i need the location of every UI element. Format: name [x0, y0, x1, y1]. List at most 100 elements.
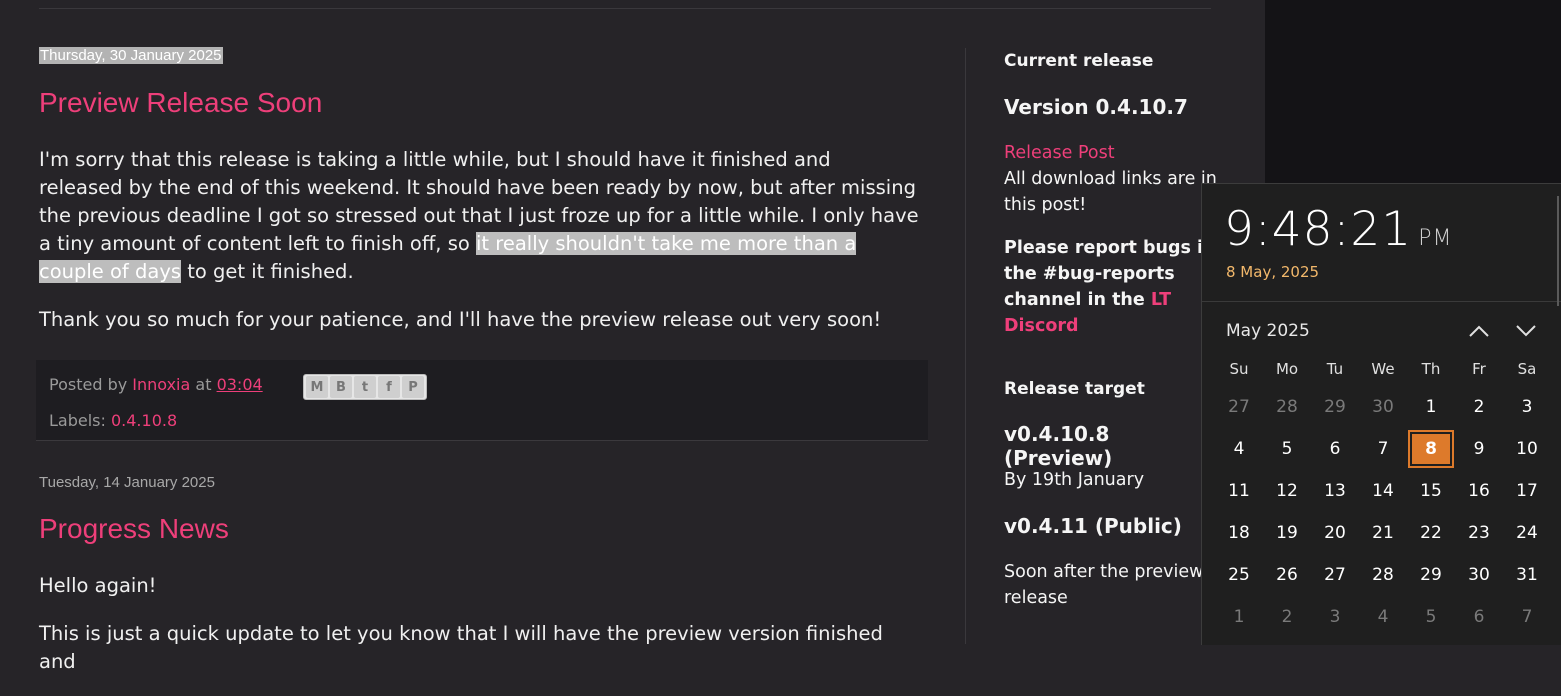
scrollbar[interactable] — [1557, 196, 1559, 306]
post-paragraph: Hello again! — [39, 574, 157, 597]
blogger-icon[interactable]: B — [330, 376, 352, 398]
calendar-day[interactable]: 1 — [1215, 596, 1263, 638]
calendar-week: 1234567 — [1215, 596, 1551, 638]
label-link[interactable]: 0.4.10.8 — [111, 411, 177, 430]
clock-long-date[interactable]: 8 May, 2025 — [1226, 263, 1319, 281]
calendar-day[interactable]: 20 — [1311, 512, 1359, 554]
post-byline: Posted by Innoxia at 03:04 — [49, 375, 263, 394]
pinterest-icon[interactable]: P — [402, 376, 424, 398]
calendar-day[interactable]: 28 — [1359, 554, 1407, 596]
post-body: Hello again! This is just a quick update… — [39, 572, 919, 696]
calendar-week: 18 19 20 21 22 23 24 — [1215, 512, 1551, 554]
clock-calendar-flyout: 9:48:21 PM 8 May, 2025 May 2025 Su Mo Tu We T… — [1201, 183, 1561, 645]
calendar-day[interactable]: 28 — [1263, 386, 1311, 428]
calendar-day-today[interactable]: 8 — [1408, 430, 1454, 468]
calendar-day[interactable]: 30 — [1455, 554, 1503, 596]
post-date: Thursday, 30 January 2025 — [39, 47, 223, 64]
post-date: Tuesday, 14 January 2025 — [39, 474, 215, 491]
calendar-day[interactable]: 3 — [1503, 386, 1551, 428]
calendar-month-label[interactable]: May 2025 — [1226, 321, 1310, 341]
calendar-day[interactable]: 29 — [1407, 554, 1455, 596]
calendar-day[interactable]: 13 — [1311, 470, 1359, 512]
target-date-public: Soon after the preview release — [1004, 562, 1204, 608]
chevron-down-icon[interactable] — [1511, 318, 1541, 344]
calendar-day[interactable]: 6 — [1311, 428, 1359, 470]
current-release-heading: Current release — [1004, 51, 1154, 71]
calendar-day[interactable]: 2 — [1263, 596, 1311, 638]
weekday-label: We — [1371, 360, 1395, 378]
calendar-day[interactable]: 6 — [1455, 596, 1503, 638]
bug-report-note: Please report bugs in the #bug-reports c… — [1004, 238, 1216, 336]
calendar-week: 25 26 27 28 29 30 31 — [1215, 554, 1551, 596]
calendar-day[interactable]: 1 — [1407, 386, 1455, 428]
post-title[interactable]: Progress News — [39, 513, 229, 545]
calendar-day[interactable]: 29 — [1311, 386, 1359, 428]
calendar-day[interactable]: 22 — [1407, 512, 1455, 554]
clock-time: 9:48:21 PM — [1224, 202, 1453, 257]
calendar-day[interactable]: 2 — [1455, 386, 1503, 428]
target-version-preview: v0.4.10.8 (Preview) — [1004, 422, 1113, 470]
calendar-day[interactable]: 7 — [1359, 428, 1407, 470]
weekday-header: Su Mo Tu We Th Fr Sa — [1215, 356, 1551, 386]
twitter-icon[interactable]: t — [354, 376, 376, 398]
release-post-note: All download links are in this post! — [1004, 169, 1217, 215]
calendar-day[interactable]: 4 — [1215, 428, 1263, 470]
release-post-block: Release Post All download links are in t… — [1004, 140, 1224, 218]
post-title[interactable]: Preview Release Soon — [39, 87, 322, 119]
weekday-label: Sa — [1517, 360, 1537, 378]
post-paragraph: This is just a quick update to let you k… — [39, 622, 883, 673]
calendar-day[interactable]: 19 — [1263, 512, 1311, 554]
post-paragraph: Thank you so much for your patience, and… — [39, 308, 882, 331]
calendar-day[interactable]: 25 — [1215, 554, 1263, 596]
calendar-day[interactable]: 4 — [1359, 596, 1407, 638]
author-link[interactable]: Innoxia — [132, 375, 190, 394]
calendar-day[interactable]: 9 — [1455, 428, 1503, 470]
weekday-label: Fr — [1472, 360, 1486, 378]
calendar-day[interactable]: 21 — [1359, 512, 1407, 554]
calendar-day[interactable]: 11 — [1215, 470, 1263, 512]
weekday-label: Su — [1229, 360, 1249, 378]
weekday-label: Tu — [1326, 360, 1344, 378]
calendar-day[interactable]: 30 — [1359, 386, 1407, 428]
calendar-day[interactable]: 5 — [1407, 596, 1455, 638]
target-date-preview: By 19th January — [1004, 470, 1145, 490]
calendar-day[interactable]: 17 — [1503, 470, 1551, 512]
calendar-week: 27 28 29 30 1 2 3 — [1215, 386, 1551, 428]
calendar-day[interactable]: 15 — [1407, 470, 1455, 512]
current-version: Version 0.4.10.7 — [1004, 95, 1188, 119]
calendar-day[interactable]: 26 — [1263, 554, 1311, 596]
calendar-day[interactable]: 27 — [1311, 554, 1359, 596]
calendar-day[interactable]: 18 — [1215, 512, 1263, 554]
flyout-divider — [1202, 301, 1561, 302]
calendar-day[interactable]: 27 — [1215, 386, 1263, 428]
post-footer: Posted by Innoxia at 03:04 M B t f P Lab… — [36, 360, 928, 441]
release-target-heading: Release target — [1004, 379, 1145, 399]
share-buttons: M B t f P — [303, 374, 427, 400]
target-version-public: v0.4.11 (Public) — [1004, 514, 1182, 538]
calendar-grid: Su Mo Tu We Th Fr Sa 27 28 29 30 1 2 3 4 5 6 7 8 9 10 11 12 13… — [1215, 356, 1551, 638]
calendar-day[interactable]: 14 — [1359, 470, 1407, 512]
facebook-icon[interactable]: f — [378, 376, 400, 398]
calendar-day[interactable]: 16 — [1455, 470, 1503, 512]
post-labels: Labels: 0.4.10.8 — [49, 411, 178, 430]
calendar-day[interactable]: 12 — [1263, 470, 1311, 512]
release-post-link[interactable]: Release Post — [1004, 140, 1224, 166]
blog-page: Thursday, 30 January 2025 Preview Releas… — [0, 0, 1265, 673]
post-paragraph: I'm sorry that this release is taking a … — [39, 148, 919, 283]
calendar-day[interactable]: 10 — [1503, 428, 1551, 470]
email-icon[interactable]: M — [306, 376, 328, 398]
calendar-day[interactable]: 24 — [1503, 512, 1551, 554]
sidebar-divider — [965, 48, 966, 644]
post-body: I'm sorry that this release is taking a … — [39, 146, 919, 354]
calendar-day[interactable]: 3 — [1311, 596, 1359, 638]
weekday-label: Th — [1421, 360, 1441, 378]
chevron-up-icon[interactable] — [1464, 318, 1494, 344]
calendar-day[interactable]: 31 — [1503, 554, 1551, 596]
weekday-label: Mo — [1275, 360, 1299, 378]
calendar-day[interactable]: 5 — [1263, 428, 1311, 470]
post-time-link[interactable]: 03:04 — [217, 375, 263, 394]
top-divider — [39, 8, 1211, 9]
calendar-day[interactable]: 7 — [1503, 596, 1551, 638]
calendar-day[interactable]: 23 — [1455, 512, 1503, 554]
calendar-week: 4 5 6 7 8 9 10 — [1215, 428, 1551, 470]
